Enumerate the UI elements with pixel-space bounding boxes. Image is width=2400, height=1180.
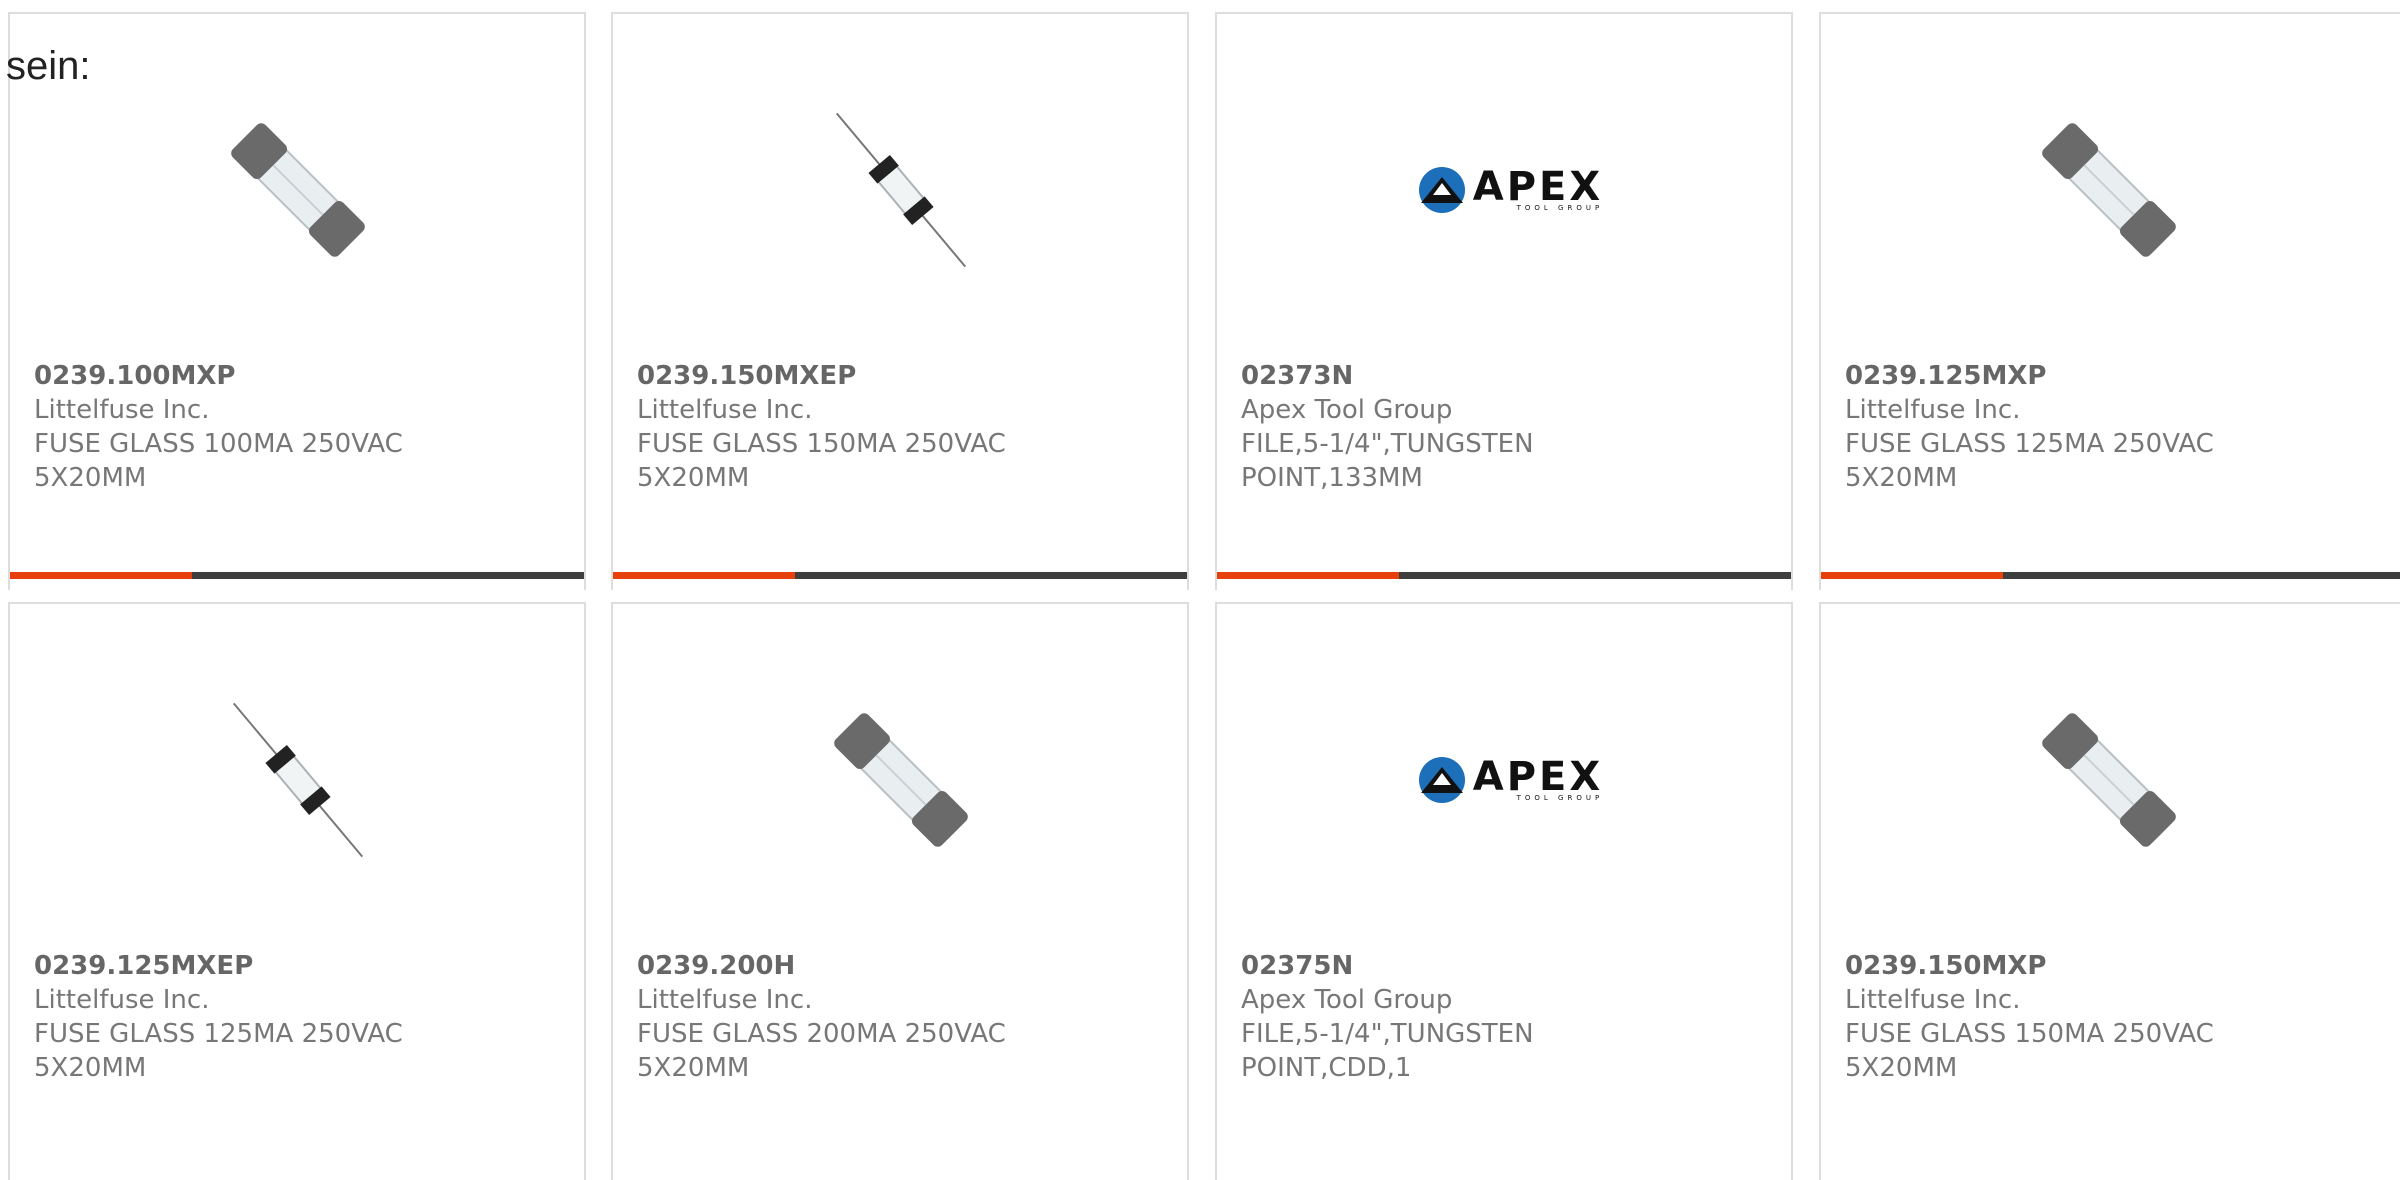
card-accent-bar — [10, 572, 584, 579]
manufacturer: Littelfuse Inc. — [1845, 985, 2021, 1015]
manufacturer: Littelfuse Inc. — [1845, 395, 2021, 425]
part-number[interactable]: 0239.100MXP — [34, 359, 454, 393]
description-line: FUSE GLASS 125MA 250VAC — [1845, 429, 2214, 459]
fuse-cartridge-icon[interactable] — [198, 90, 398, 290]
card-accent — [613, 572, 795, 579]
manufacturer: Apex Tool Group — [1241, 985, 1453, 1015]
product-card[interactable]: 0239.150MXEP Littelfuse Inc. FUSE GLASS … — [611, 12, 1189, 590]
description-line: FILE,5-1/4",TUNGSTEN — [1241, 429, 1534, 459]
description-line: 5X20MM — [1845, 463, 1958, 493]
card-accent — [1217, 572, 1399, 579]
description-line: 5X20MM — [34, 463, 147, 493]
part-number[interactable]: 0239.150MXEP — [637, 359, 1057, 393]
apex-logo-word: APEX — [1472, 754, 1604, 800]
product-card[interactable]: 0239.100MXP Littelfuse Inc. FUSE GLASS 1… — [8, 12, 586, 590]
fuse-cartridge-icon[interactable] — [2009, 680, 2209, 880]
product-card[interactable]: 0239.150MXP Littelfuse Inc. FUSE GLASS 1… — [1819, 602, 2400, 1180]
card-accent — [1821, 572, 2003, 579]
card-accent — [10, 572, 192, 579]
product-card[interactable]: APEX TOOL GROUP 02375N Apex Tool Group F… — [1215, 602, 1793, 1180]
card-accent-bar — [1821, 572, 2400, 579]
card-accent-bar — [1217, 572, 1791, 579]
description-line: 5X20MM — [637, 1053, 750, 1083]
manufacturer: Littelfuse Inc. — [34, 395, 210, 425]
description-line: 5X20MM — [637, 463, 750, 493]
fuse-cartridge-icon[interactable] — [2009, 90, 2209, 290]
part-number[interactable]: 0239.125MXEP — [34, 949, 454, 983]
part-number[interactable]: 0239.125MXP — [1845, 359, 2265, 393]
part-number[interactable]: 02373N — [1241, 359, 1661, 393]
manufacturer: Littelfuse Inc. — [637, 985, 813, 1015]
fuse-axial-icon[interactable] — [801, 90, 1001, 290]
product-card[interactable]: 0239.200H Littelfuse Inc. FUSE GLASS 200… — [611, 602, 1189, 1180]
part-number[interactable]: 02375N — [1241, 949, 1661, 983]
apex-logo-word: APEX — [1472, 164, 1604, 210]
description-line: FUSE GLASS 150MA 250VAC — [1845, 1019, 2214, 1049]
part-number[interactable]: 0239.150MXP — [1845, 949, 2265, 983]
manufacturer: Littelfuse Inc. — [34, 985, 210, 1015]
description-line: FUSE GLASS 200MA 250VAC — [637, 1019, 1006, 1049]
description-line: FILE,5-1/4",TUNGSTEN — [1241, 1019, 1534, 1049]
fuse-axial-icon[interactable] — [198, 680, 398, 880]
product-card[interactable]: APEX TOOL GROUP 02373N Apex Tool Group F… — [1215, 12, 1793, 590]
product-card[interactable]: 0239.125MXEP Littelfuse Inc. FUSE GLASS … — [8, 602, 586, 1180]
part-number[interactable]: 0239.200H — [637, 949, 1057, 983]
apex-logo-mark — [1418, 167, 1465, 213]
manufacturer: Littelfuse Inc. — [637, 395, 813, 425]
card-accent-bar — [613, 572, 1187, 579]
manufacturer: Apex Tool Group — [1241, 395, 1453, 425]
apex-logo[interactable]: APEX TOOL GROUP — [1405, 680, 1615, 880]
description-line: FUSE GLASS 100MA 250VAC — [34, 429, 403, 459]
apex-logo[interactable]: APEX TOOL GROUP — [1405, 90, 1615, 290]
intro-text: sein: — [6, 44, 91, 88]
description-line: 5X20MM — [1845, 1053, 1958, 1083]
description-line: FUSE GLASS 125MA 250VAC — [34, 1019, 403, 1049]
fuse-cartridge-icon[interactable] — [801, 680, 1001, 880]
description-line: POINT,CDD,1 — [1241, 1053, 1412, 1083]
apex-logo-mark — [1418, 757, 1465, 803]
product-card[interactable]: 0239.125MXP Littelfuse Inc. FUSE GLASS 1… — [1819, 12, 2400, 590]
description-line: FUSE GLASS 150MA 250VAC — [637, 429, 1006, 459]
description-line: 5X20MM — [34, 1053, 147, 1083]
description-line: POINT,133MM — [1241, 463, 1423, 493]
